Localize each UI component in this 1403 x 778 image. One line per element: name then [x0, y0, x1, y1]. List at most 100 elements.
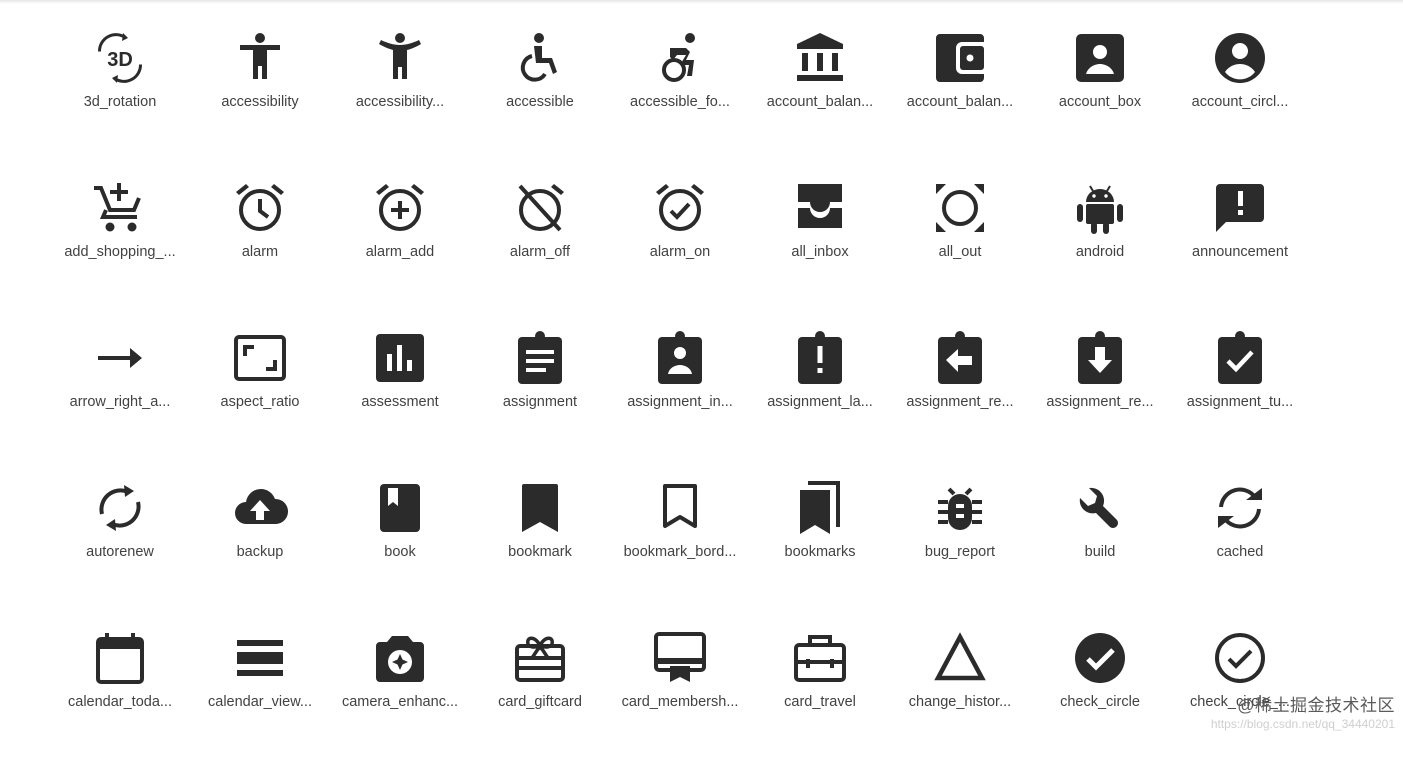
icon-tile-cached[interactable]: cached	[1170, 478, 1310, 628]
icon-label: calendar_view...	[208, 694, 312, 710]
icon-tile-assignment-turned-in[interactable]: assignment_tu...	[1170, 328, 1310, 478]
icon-label: assignment_re...	[906, 394, 1014, 410]
icon-row: arrow_right_a... aspect_ratio assessment as…	[50, 328, 1310, 478]
icon-tile-calendar-view-day[interactable]: calendar_view...	[190, 628, 330, 778]
icon-label: alarm_on	[649, 244, 711, 260]
icon-tile-account-balance-wallet[interactable]: account_balan...	[890, 28, 1030, 178]
icon-tile-assignment-ind[interactable]: assignment_in...	[610, 328, 750, 478]
icon-tile-build[interactable]: build	[1030, 478, 1170, 628]
alarm-add-icon	[372, 180, 428, 236]
assignment-turned-in-icon	[1212, 330, 1268, 386]
icon-tile-bookmarks[interactable]: bookmarks	[750, 478, 890, 628]
icon-tile-card-membership[interactable]: card_membersh...	[610, 628, 750, 778]
icon-tile-assessment[interactable]: assessment	[330, 328, 470, 478]
icon-tile-accessibility-new[interactable]: accessibility...	[330, 28, 470, 178]
icon-label: arrow_right_a...	[69, 394, 171, 410]
icon-label: camera_enhanc...	[341, 694, 459, 710]
account-circle-icon	[1212, 30, 1268, 86]
alarm-on-icon	[652, 180, 708, 236]
icon-tile-book[interactable]: book	[330, 478, 470, 628]
icon-tile-account-box[interactable]: account_box	[1030, 28, 1170, 178]
icon-tile-all-inbox[interactable]: all_inbox	[750, 178, 890, 328]
icon-row: 3D 3d_rotation accessibility accessibility.…	[50, 28, 1310, 178]
bookmark-border-icon	[652, 480, 708, 536]
icon-tile-announcement[interactable]: announcement	[1170, 178, 1310, 328]
icon-label: backup	[236, 544, 284, 560]
icon-tile-add-shopping-cart[interactable]: add_shopping_...	[50, 178, 190, 328]
icon-tile-autorenew[interactable]: autorenew	[50, 478, 190, 628]
icon-tile-account-balance[interactable]: account_balan...	[750, 28, 890, 178]
icon-tile-alarm-off[interactable]: alarm_off	[470, 178, 610, 328]
icon-label: accessible	[506, 94, 574, 110]
icon-label: card_travel	[784, 694, 856, 710]
assignment-returned-icon	[1072, 330, 1128, 386]
card-travel-icon	[792, 630, 848, 686]
icon-tile-change-history[interactable]: change_histor...	[890, 628, 1030, 778]
card-giftcard-icon	[512, 630, 568, 686]
icon-tile-card-giftcard[interactable]: card_giftcard	[470, 628, 610, 778]
icon-label: card_giftcard	[498, 694, 582, 710]
icon-tile-android[interactable]: android	[1030, 178, 1170, 328]
icon-tile-camera-enhance[interactable]: camera_enhanc...	[330, 628, 470, 778]
icon-tile-aspect-ratio[interactable]: aspect_ratio	[190, 328, 330, 478]
calendar-view-day-icon	[232, 630, 288, 686]
icon-label: bug_report	[924, 544, 996, 560]
icon-label: accessibility	[221, 94, 299, 110]
icon-tile-accessible-forward[interactable]: accessible_fo...	[610, 28, 750, 178]
icon-tile-accessible[interactable]: accessible	[470, 28, 610, 178]
icon-tile-3d-rotation[interactable]: 3D 3d_rotation	[50, 28, 190, 178]
watermark: @稀土掘金技术社区 https://blog.csdn.net/qq_34440…	[1211, 691, 1395, 731]
icon-tile-assignment-return[interactable]: assignment_re...	[890, 328, 1030, 478]
icon-label: assignment	[502, 394, 578, 410]
check-circle-icon	[1072, 630, 1128, 686]
all-out-icon	[932, 180, 988, 236]
backup-icon	[232, 480, 288, 536]
icon-tile-assignment-late[interactable]: assignment_la...	[750, 328, 890, 478]
card-membership-icon	[652, 630, 708, 686]
icon-tile-bookmark-border[interactable]: bookmark_bord...	[610, 478, 750, 628]
icon-tile-assignment[interactable]: assignment	[470, 328, 610, 478]
icon-tile-accessibility[interactable]: accessibility	[190, 28, 330, 178]
camera-enhance-icon	[372, 630, 428, 686]
icon-label: aspect_ratio	[220, 394, 300, 410]
icon-tile-arrow-right-alt[interactable]: arrow_right_a...	[50, 328, 190, 478]
arrow-right-alt-icon	[92, 330, 148, 386]
icon-label: android	[1075, 244, 1125, 260]
icon-label: bookmark_bord...	[623, 544, 737, 560]
check-circle-outline-icon	[1212, 630, 1268, 686]
icon-label: 3d_rotation	[83, 94, 157, 110]
icon-tile-alarm-add[interactable]: alarm_add	[330, 178, 470, 328]
announcement-icon	[1212, 180, 1268, 236]
icon-label: account_balan...	[906, 94, 1014, 110]
icon-label: accessibility...	[355, 94, 445, 110]
icon-tile-all-out[interactable]: all_out	[890, 178, 1030, 328]
icon-tile-account-circle[interactable]: account_circl...	[1170, 28, 1310, 178]
icon-row: add_shopping_... alarm alarm_add alarm_off a…	[50, 178, 1310, 328]
assignment-return-icon	[932, 330, 988, 386]
change-history-icon	[932, 630, 988, 686]
aspect-ratio-icon	[232, 330, 288, 386]
icon-label: bookmarks	[784, 544, 856, 560]
icon-tile-backup[interactable]: backup	[190, 478, 330, 628]
icon-tile-card-travel[interactable]: card_travel	[750, 628, 890, 778]
icon-label: change_histor...	[908, 694, 1012, 710]
icon-tile-alarm-on[interactable]: alarm_on	[610, 178, 750, 328]
icon-label: assignment_in...	[627, 394, 733, 410]
icon-label: build	[1084, 544, 1116, 560]
bookmark-icon	[512, 480, 568, 536]
icon-label: all_inbox	[791, 244, 849, 260]
icon-tile-bug-report[interactable]: bug_report	[890, 478, 1030, 628]
icon-tile-alarm[interactable]: alarm	[190, 178, 330, 328]
icon-tile-check-circle[interactable]: check_circle	[1030, 628, 1170, 778]
autorenew-icon	[92, 480, 148, 536]
account-box-icon	[1072, 30, 1128, 86]
accessibility-icon	[232, 30, 288, 86]
accessibility-new-icon	[372, 30, 428, 86]
icon-tile-assignment-returned[interactable]: assignment_re...	[1030, 328, 1170, 478]
icon-label: assignment_re...	[1046, 394, 1154, 410]
android-icon	[1072, 180, 1128, 236]
icon-grid: 3D 3d_rotation accessibility accessibility.…	[50, 28, 1310, 778]
icon-tile-bookmark[interactable]: bookmark	[470, 478, 610, 628]
svg-text:3D: 3D	[107, 49, 133, 71]
icon-tile-calendar-today[interactable]: calendar_toda...	[50, 628, 190, 778]
